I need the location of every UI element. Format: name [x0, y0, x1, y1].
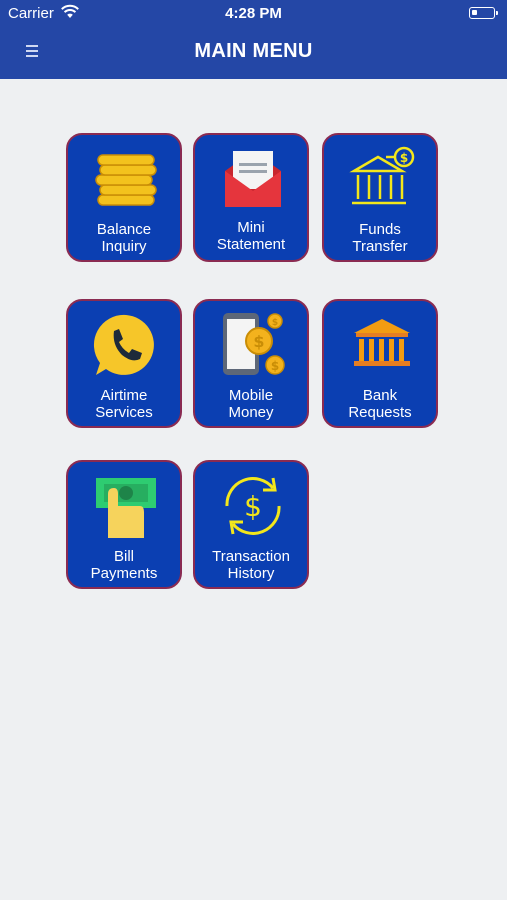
svg-text:$: $: [400, 151, 408, 165]
funds-transfer-tile[interactable]: $ Funds Transfer: [322, 133, 438, 262]
status-time: 4:28 PM: [225, 5, 282, 22]
mobile-money-icon: $ $ $: [213, 311, 293, 379]
phone-bubble-icon: [86, 311, 166, 379]
mobile-money-tile[interactable]: $ $ $ Mobile Money: [193, 299, 309, 428]
dollar-cycle-icon: $: [213, 472, 293, 540]
transaction-history-tile[interactable]: $ Transaction History: [193, 460, 309, 589]
tile-label: Funds Transfer: [352, 221, 408, 255]
bill-payments-tile[interactable]: Bill Payments: [66, 460, 182, 589]
app-header: Carrier 4:28 PM MAIN MENU: [0, 0, 507, 79]
coins-icon: [86, 145, 166, 213]
tile-label: Balance Inquiry: [96, 221, 152, 255]
tile-label: Airtime Services: [95, 387, 153, 421]
tile-label: Transaction History: [212, 548, 290, 582]
tile-label: Bank Requests: [348, 387, 412, 421]
cash-hand-icon: [86, 472, 166, 540]
svg-text:$: $: [271, 359, 279, 373]
airtime-services-tile[interactable]: Airtime Services: [66, 299, 182, 428]
envelope-icon: [213, 145, 293, 213]
svg-text:$: $: [272, 318, 278, 328]
tile-label: Mobile Money: [228, 387, 274, 421]
battery-icon: [469, 7, 498, 19]
status-bar: Carrier 4:28 PM: [0, 0, 507, 28]
svg-text:$: $: [244, 490, 262, 523]
svg-text:$: $: [253, 332, 264, 351]
bank-icon: [342, 311, 422, 379]
mini-statement-tile[interactable]: Mini Statement: [193, 133, 309, 262]
bank-requests-tile[interactable]: Bank Requests: [322, 299, 438, 428]
page-title: MAIN MENU: [194, 40, 313, 62]
balance-inquiry-tile[interactable]: Balance Inquiry: [66, 133, 182, 262]
tile-label: Bill Payments: [90, 548, 158, 582]
tile-label: Mini Statement: [216, 219, 286, 253]
bank-transfer-icon: $: [342, 145, 422, 213]
